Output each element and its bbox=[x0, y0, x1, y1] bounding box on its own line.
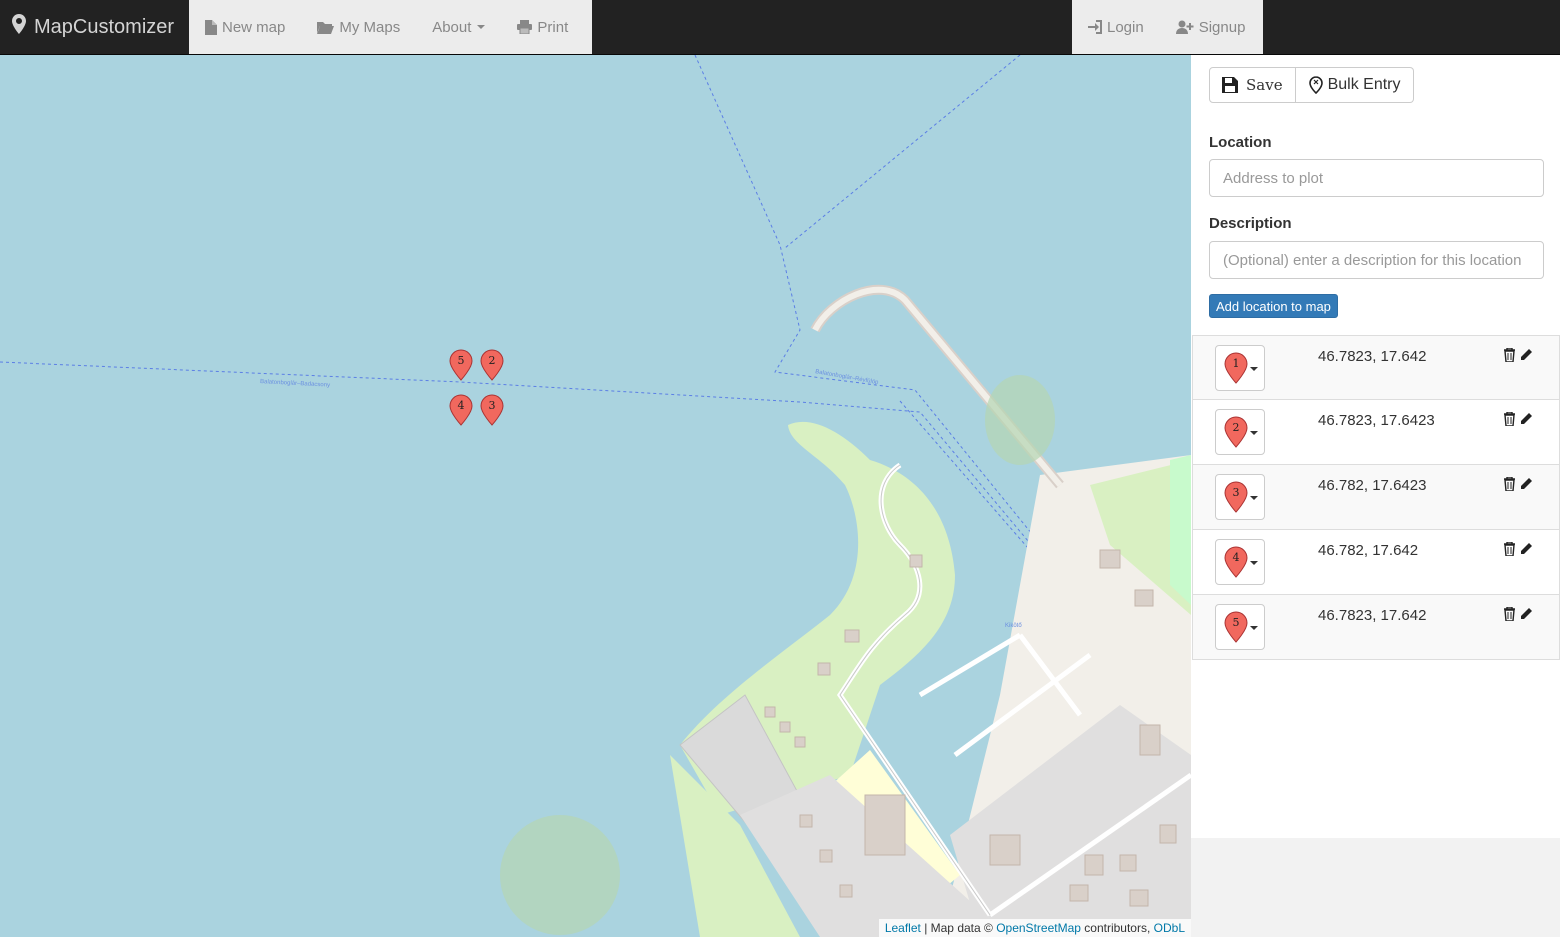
caret-down-icon bbox=[1250, 367, 1258, 371]
sidebar-toolbar: Save Bulk Entry bbox=[1209, 67, 1414, 103]
map-attribution: Leaflet | Map data © OpenStreetMap contr… bbox=[878, 919, 1191, 937]
folder-open-icon bbox=[317, 21, 335, 34]
trash-icon[interactable] bbox=[1503, 347, 1517, 363]
pencil-icon[interactable] bbox=[1520, 412, 1534, 426]
map-marker-5[interactable]: 5 bbox=[449, 349, 473, 381]
print-icon bbox=[517, 20, 533, 34]
map-marker-4[interactable]: 4 bbox=[449, 394, 473, 426]
map-marker-2[interactable]: 2 bbox=[480, 349, 504, 381]
map-pin-icon bbox=[1308, 76, 1324, 94]
marker-icon: 1 bbox=[1224, 352, 1248, 384]
description-input[interactable] bbox=[1209, 241, 1544, 279]
marker-number: 3 bbox=[489, 399, 496, 412]
bulk-entry-label: Bulk Entry bbox=[1327, 76, 1401, 93]
leaflet-link[interactable]: Leaflet bbox=[885, 921, 921, 935]
marker-number: 2 bbox=[489, 354, 496, 367]
trash-icon[interactable] bbox=[1503, 411, 1517, 427]
marker-style-dropdown[interactable]: 1 bbox=[1215, 345, 1265, 391]
marker-style-dropdown[interactable]: 4 bbox=[1215, 539, 1265, 585]
location-row: 4 46.782, 17.642 bbox=[1192, 530, 1560, 595]
new-map-label: New map bbox=[222, 18, 286, 36]
marker-number: 5 bbox=[458, 354, 465, 367]
marker-number: 4 bbox=[1233, 551, 1240, 564]
svg-text:Balatonboglár–Révfülöp: Balatonboglár–Révfülöp bbox=[815, 369, 880, 386]
my-maps-label: My Maps bbox=[339, 18, 401, 36]
marker-icon: 4 bbox=[1224, 546, 1248, 578]
marker-style-dropdown[interactable]: 3 bbox=[1215, 474, 1265, 520]
marker-number: 2 bbox=[1233, 421, 1240, 434]
map-marker-3[interactable]: 3 bbox=[480, 394, 504, 426]
location-coords: 46.782, 17.6423 bbox=[1318, 477, 1427, 494]
map-tiles: Balatonboglár–Badacsony Balatonboglár–Ré… bbox=[0, 55, 1191, 937]
brand-link[interactable]: MapCustomizer bbox=[0, 0, 189, 54]
add-location-button[interactable]: Add location to map bbox=[1209, 294, 1338, 318]
odbl-link[interactable]: ODbL bbox=[1154, 921, 1185, 935]
caret-down-icon bbox=[1250, 496, 1258, 500]
marker-style-dropdown[interactable]: 2 bbox=[1215, 409, 1265, 455]
about-label: About bbox=[432, 18, 472, 36]
save-label: Save bbox=[1246, 76, 1283, 94]
marker-icon: 2 bbox=[1224, 416, 1248, 448]
map-canvas[interactable]: Balatonboglár–Badacsony Balatonboglár–Ré… bbox=[0, 55, 1191, 937]
marker-icon: 3 bbox=[1224, 481, 1248, 513]
about-dropdown[interactable]: About bbox=[416, 0, 501, 54]
trash-icon[interactable] bbox=[1503, 541, 1517, 557]
my-maps-link[interactable]: My Maps bbox=[301, 0, 416, 54]
print-label: Print bbox=[537, 18, 569, 36]
marker-style-dropdown[interactable]: 5 bbox=[1215, 604, 1265, 650]
location-input[interactable] bbox=[1209, 159, 1544, 197]
location-sidebar: Save Bulk Entry Location Description Add… bbox=[1191, 55, 1560, 937]
location-row: 2 46.7823, 17.6423 bbox=[1192, 400, 1560, 465]
location-coords: 46.7823, 17.642 bbox=[1318, 607, 1427, 624]
login-label: Login bbox=[1107, 18, 1144, 36]
caret-down-icon bbox=[1250, 561, 1258, 565]
pencil-icon[interactable] bbox=[1520, 477, 1534, 491]
sidebar-footer-area bbox=[1191, 838, 1560, 937]
save-icon bbox=[1222, 77, 1238, 93]
caret-down-icon bbox=[477, 25, 486, 29]
marker-number: 4 bbox=[458, 399, 465, 412]
location-coords: 46.782, 17.642 bbox=[1318, 542, 1419, 559]
location-coords: 46.7823, 17.6423 bbox=[1318, 412, 1435, 429]
new-map-link[interactable]: New map bbox=[189, 0, 301, 54]
pencil-icon[interactable] bbox=[1520, 542, 1534, 556]
auth-menu: Login Signup bbox=[1072, 0, 1263, 54]
marker-icon: 5 bbox=[1224, 611, 1248, 643]
bulk-entry-button[interactable]: Bulk Entry bbox=[1295, 67, 1414, 103]
contributors-text: contributors, bbox=[1084, 921, 1151, 935]
login-icon bbox=[1088, 20, 1102, 34]
login-link[interactable]: Login bbox=[1072, 0, 1160, 54]
osm-link[interactable]: OpenStreetMap bbox=[996, 921, 1081, 935]
print-link[interactable]: Print bbox=[501, 0, 584, 54]
location-row: 3 46.782, 17.6423 bbox=[1192, 465, 1560, 530]
brand-label: MapCustomizer bbox=[34, 15, 175, 38]
marker-number: 3 bbox=[1233, 486, 1240, 499]
location-row: 1 46.7823, 17.642 bbox=[1192, 335, 1560, 400]
marker-number: 1 bbox=[1233, 357, 1240, 370]
map-data-text: | Map data © bbox=[924, 921, 993, 935]
location-row: 5 46.7823, 17.642 bbox=[1192, 595, 1560, 660]
location-coords: 46.7823, 17.642 bbox=[1318, 348, 1427, 365]
pencil-icon[interactable] bbox=[1520, 607, 1534, 621]
save-button[interactable]: Save bbox=[1209, 67, 1296, 103]
pencil-icon[interactable] bbox=[1520, 348, 1534, 362]
signup-link[interactable]: Signup bbox=[1160, 0, 1262, 54]
location-list: 1 46.7823, 17.642 2 46.7823, 17.6423 3 4… bbox=[1192, 335, 1560, 660]
location-label: Location bbox=[1209, 134, 1272, 151]
top-navbar: MapCustomizer New map My Maps About Prin… bbox=[0, 0, 1560, 55]
trash-icon[interactable] bbox=[1503, 476, 1517, 492]
file-icon bbox=[205, 19, 217, 35]
nav-menu: New map My Maps About Print bbox=[189, 0, 592, 54]
caret-down-icon bbox=[1250, 431, 1258, 435]
user-plus-icon bbox=[1175, 20, 1194, 34]
map-marker-icon bbox=[12, 14, 26, 40]
svg-text:Kikötő: Kikötő bbox=[1005, 623, 1022, 629]
description-label: Description bbox=[1209, 215, 1292, 232]
signup-label: Signup bbox=[1198, 18, 1246, 36]
svg-text:Balatonboglár–Badacsony: Balatonboglár–Badacsony bbox=[260, 379, 330, 389]
marker-number: 5 bbox=[1233, 616, 1240, 629]
caret-down-icon bbox=[1250, 626, 1258, 630]
trash-icon[interactable] bbox=[1503, 606, 1517, 622]
